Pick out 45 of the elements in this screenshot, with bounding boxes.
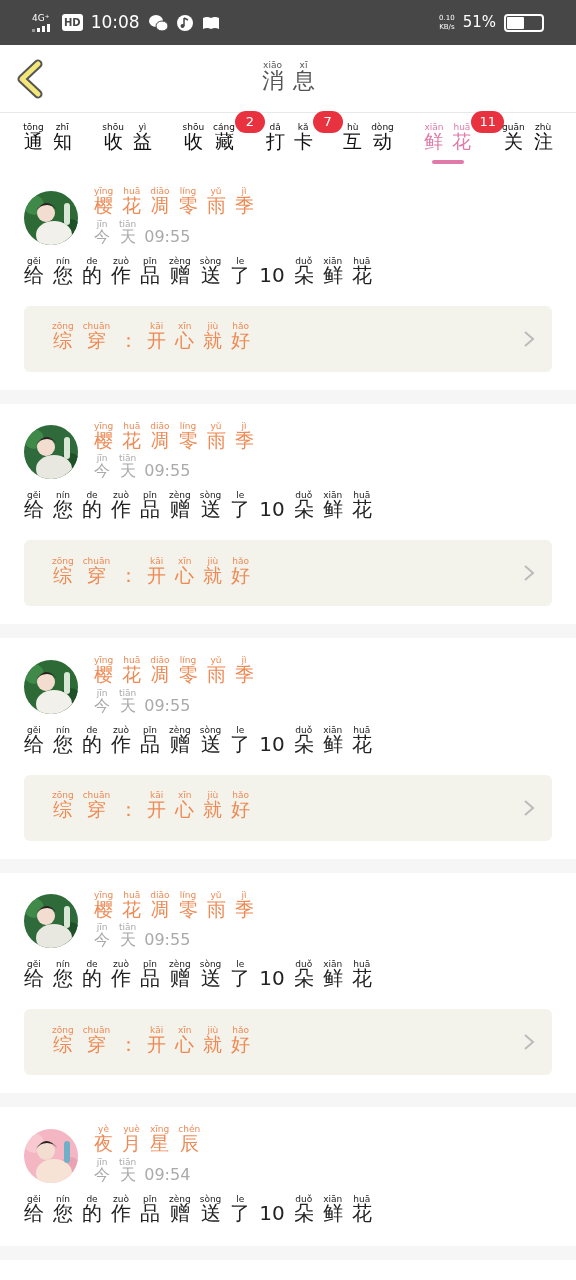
time-label: 09:55 xyxy=(144,225,191,248)
message-text: 给 gěi 您 nín 的 de 作 zuò 品 pǐn 赠 zèng 送 sòng 了 le 10 朵 duǒ 鲜 xiān 花 huā xyxy=(24,256,372,289)
music-icon xyxy=(175,13,194,32)
tab[interactable]: 通 tōng 知 zhī xyxy=(21,119,74,164)
count-badge: 7 xyxy=(312,111,343,133)
chevron-right-icon xyxy=(522,563,536,583)
tab[interactable]: 收 shōu 益 yì xyxy=(100,119,154,164)
hd-icon: HD xyxy=(62,14,83,31)
work-link[interactable]: 综 zōng 穿 chuān ： 开 kāi 心 xīn 就 jiù 好 hǎo xyxy=(24,540,552,606)
time-label: 09:55 xyxy=(144,694,191,717)
work-link[interactable]: 综 zōng 穿 chuān ： 开 kāi 心 xīn 就 jiù 好 hǎo xyxy=(24,305,552,372)
battery-percent: 51% xyxy=(462,12,496,34)
message-text: 给 gěi 您 nín 的 de 作 zuò 品 pǐn 赠 zèng 送 sòng 了 le 10 朵 duǒ 鲜 xiān 花 huā xyxy=(24,960,372,992)
day-label: 今 jīn 天 tiān xyxy=(94,1157,137,1186)
tab[interactable]: 鲜 xiān 花 huā xyxy=(422,119,474,164)
work-link[interactable]: 综 zōng 穿 chuān ： 开 kāi 心 xīn 就 jiù 好 hǎo xyxy=(24,1009,552,1075)
page-title: 消 xiāo 息 xī xyxy=(261,60,315,95)
user-name[interactable]: 樱 yīng 花 huā 凋 diāo 零 líng 雨 yǔ 季 jì xyxy=(94,421,254,454)
network-label: 4G⁺ xyxy=(32,13,51,23)
chevron-right-icon xyxy=(522,797,536,818)
user-name[interactable]: 樱 yīng 花 huā 凋 diāo 零 líng 雨 yǔ 季 jì xyxy=(94,890,254,923)
time-label: 09:55 xyxy=(144,460,191,482)
chevron-right-icon xyxy=(522,1032,536,1052)
day-label: 今 jīn 天 tiān xyxy=(94,923,137,951)
message-text: 给 gěi 您 nín 的 de 作 zuò 品 pǐn 赠 zèng 送 sòng 了 le 10 朵 duǒ 鲜 xiān 花 huā xyxy=(24,725,372,758)
time-label: 09:54 xyxy=(144,1163,191,1186)
tab[interactable]: 打 dǎ 卡 kǎ xyxy=(263,119,315,164)
chevron-right-icon xyxy=(522,328,536,349)
day-label: 今 jīn 天 tiān xyxy=(94,219,137,248)
count-badge: 2 xyxy=(235,111,265,133)
book-icon xyxy=(201,15,220,30)
tab[interactable]: 互 hù 动 dòng xyxy=(341,119,396,164)
day-label: 今 jīn 天 tiān xyxy=(94,454,137,482)
chat-icon xyxy=(147,13,168,32)
user-name[interactable]: 樱 yīng 花 huā 凋 diāo 零 líng 雨 yǔ 季 jì xyxy=(94,656,254,689)
tab[interactable]: 收 shōu 藏 cáng xyxy=(180,119,237,164)
day-label: 今 jīn 天 tiān xyxy=(94,688,137,717)
work-link[interactable]: 综 zōng 穿 chuān ： 开 kāi 心 xīn 就 jiù 好 hǎo xyxy=(24,774,552,841)
message-text: 给 gěi 您 nín 的 de 作 zuò 品 pǐn 赠 zèng 送 sòng 了 le 10 朵 duǒ 鲜 xiān 花 huā xyxy=(24,1194,372,1227)
message-text: 给 gěi 您 nín 的 de 作 zuò 品 pǐn 赠 zèng 送 sòng 了 le 10 朵 duǒ 鲜 xiān 花 huā xyxy=(24,491,372,523)
user-name[interactable]: 夜 yè 月 yuè 星 xīng 辰 chén xyxy=(94,1125,201,1158)
clock: 10:08 xyxy=(90,10,140,34)
time-label: 09:55 xyxy=(144,929,191,951)
user-name[interactable]: 樱 yīng 花 huā 凋 diāo 零 líng 雨 yǔ 季 jì xyxy=(94,187,254,220)
battery-icon xyxy=(504,13,544,32)
